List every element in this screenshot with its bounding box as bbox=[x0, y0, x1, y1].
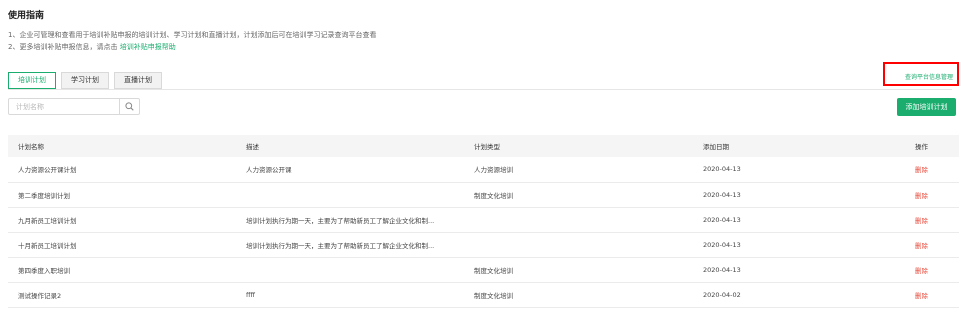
table-row: 九月新员工培训计划 培训计划执行为期一天，主要为了帮助新员工了解企业文化和制..… bbox=[8, 207, 959, 232]
plan-table: 计划名称 描述 计划类型 添加日期 操作 人力资源公开课计划 人力资源公开课 人… bbox=[8, 135, 959, 308]
cell-added-date: 2020-04-13 bbox=[703, 215, 741, 224]
tab-study-plan[interactable]: 学习计划 bbox=[61, 72, 109, 89]
cell-description: 人力资源公开课 bbox=[246, 166, 292, 175]
cell-plan-name: 十月新员工培训计划 bbox=[18, 241, 77, 250]
cell-action: 删除 bbox=[884, 232, 959, 257]
cell-description: ffff bbox=[246, 290, 255, 299]
search-input[interactable] bbox=[9, 99, 121, 114]
cell-action: 删除 bbox=[884, 182, 959, 207]
platform-info-link[interactable]: 查询平台信息管理 bbox=[905, 72, 953, 81]
platform-link-highlight: 查询平台信息管理 bbox=[883, 62, 959, 86]
cell-added-date: 2020-04-13 bbox=[703, 165, 741, 174]
table-header-row: 计划名称 描述 计划类型 添加日期 操作 bbox=[8, 135, 959, 157]
cell-plan-type: 人力资源培训 bbox=[474, 166, 513, 175]
help-link[interactable]: 培训补贴申报帮助 bbox=[120, 43, 176, 51]
header-added-date: 添加日期 bbox=[703, 143, 729, 151]
search-icon bbox=[125, 102, 134, 111]
search-button[interactable] bbox=[119, 99, 139, 114]
cell-plan-type bbox=[464, 232, 693, 257]
cell-description: 培训计划执行为期一天，主要为了帮助新员工了解企业文化和制... bbox=[246, 241, 435, 250]
table-row: 测试操作记录2 ffff 制度文化培训 2020-04-02 删除 bbox=[8, 282, 959, 307]
cell-plan-type: 制度文化培训 bbox=[474, 191, 513, 200]
header-action: 操作 bbox=[915, 143, 928, 151]
guide-title: 使用指南 bbox=[8, 11, 45, 21]
guide-line-1: 1、企业可管理和查看用于培训补贴申报的培训计划、学习计划和直播计划，计划添加后可… bbox=[8, 31, 377, 39]
header-plan-type: 计划类型 bbox=[474, 143, 500, 151]
cell-plan-name: 九月新员工培训计划 bbox=[18, 216, 77, 225]
delete-button[interactable]: 删除 bbox=[915, 217, 928, 225]
delete-button[interactable]: 删除 bbox=[915, 267, 928, 275]
cell-description bbox=[236, 182, 464, 207]
cell-plan-type: 制度文化培训 bbox=[474, 291, 513, 300]
cell-plan-name: 第四季度入职培训 bbox=[18, 266, 70, 275]
cell-action: 删除 bbox=[884, 257, 959, 282]
table-row: 第四季度入职培训 制度文化培训 2020-04-13 删除 bbox=[8, 257, 959, 282]
cell-plan-type: 制度文化培训 bbox=[474, 266, 513, 275]
guide-line-2-text: 2、更多培训补贴申报信息，请点击 bbox=[8, 43, 118, 51]
cell-action: 删除 bbox=[884, 157, 959, 182]
cell-plan-name: 测试操作记录2 bbox=[18, 291, 62, 300]
cell-plan-type bbox=[464, 207, 693, 232]
cell-action: 删除 bbox=[884, 282, 959, 307]
header-plan-name: 计划名称 bbox=[18, 143, 44, 151]
plan-tabs: 培训计划 学习计划 直播计划 bbox=[8, 72, 167, 89]
tab-divider bbox=[8, 89, 952, 90]
add-training-plan-button[interactable]: 添加培训计划 bbox=[897, 98, 956, 116]
cell-added-date: 2020-04-13 bbox=[703, 240, 741, 249]
cell-plan-name: 人力资源公开课计划 bbox=[18, 166, 77, 175]
cell-description: 培训计划执行为期一天，主要为了帮助新员工了解企业文化和制... bbox=[246, 216, 435, 225]
cell-added-date: 2020-04-02 bbox=[703, 290, 741, 299]
delete-button[interactable]: 删除 bbox=[915, 166, 928, 174]
guide-line-2: 2、更多培训补贴申报信息，请点击 培训补贴申报帮助 bbox=[8, 42, 176, 52]
cell-added-date: 2020-04-13 bbox=[703, 190, 741, 199]
delete-button[interactable]: 删除 bbox=[915, 292, 928, 300]
cell-description bbox=[236, 257, 464, 282]
cell-added-date: 2020-04-13 bbox=[703, 265, 741, 274]
table-row: 十月新员工培训计划 培训计划执行为期一天，主要为了帮助新员工了解企业文化和制..… bbox=[8, 232, 959, 257]
delete-button[interactable]: 删除 bbox=[915, 192, 928, 200]
table-row: 第二季度培训计划 制度文化培训 2020-04-13 删除 bbox=[8, 182, 959, 207]
table-row: 人力资源公开课计划 人力资源公开课 人力资源培训 2020-04-13 删除 bbox=[8, 157, 959, 182]
cell-plan-name: 第二季度培训计划 bbox=[18, 191, 70, 200]
cell-action: 删除 bbox=[884, 207, 959, 232]
search-box bbox=[8, 98, 140, 115]
delete-button[interactable]: 删除 bbox=[915, 242, 928, 250]
tab-live-plan[interactable]: 直播计划 bbox=[114, 72, 162, 89]
header-description: 描述 bbox=[246, 143, 259, 151]
tab-training-plan[interactable]: 培训计划 bbox=[8, 72, 56, 89]
